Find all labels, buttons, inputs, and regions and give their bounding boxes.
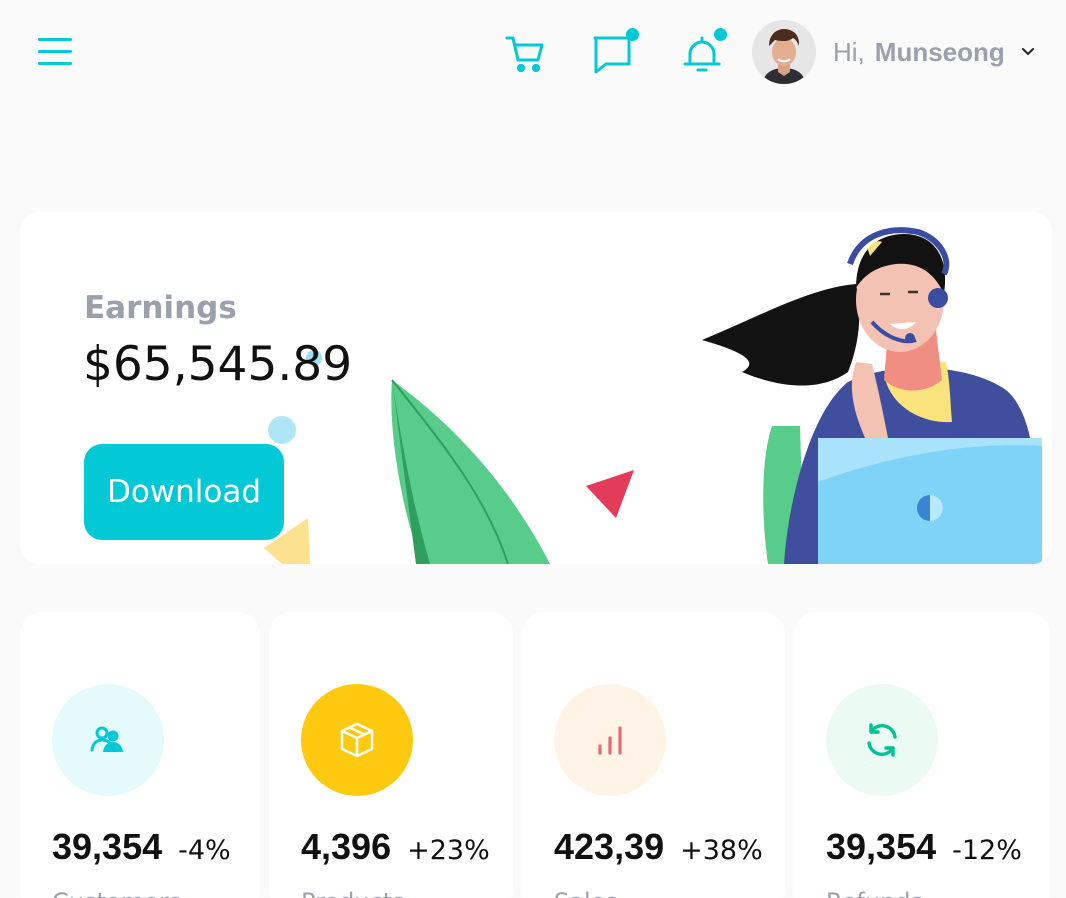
- stat-card-products: 4,396 +23% Products: [269, 612, 513, 898]
- stat-title: Customers: [52, 888, 181, 898]
- stat-row: 4,396 +23%: [301, 826, 490, 868]
- stat-change: -4%: [178, 835, 231, 866]
- stat-value: 4,396: [301, 826, 392, 867]
- stat-row: 39,354 -12%: [826, 826, 1022, 868]
- stat-title: Refunds: [826, 888, 923, 898]
- stat-card-customers: 39,354 -4% Customers: [20, 612, 260, 898]
- stat-change: +23%: [407, 835, 490, 866]
- greeting-text: Hi,: [833, 36, 865, 67]
- user-profile-menu[interactable]: Hi, Munseong: [752, 20, 1037, 84]
- chevron-down-icon[interactable]: [1019, 43, 1037, 61]
- stat-icon-bg[interactable]: [301, 684, 413, 796]
- bell-notification-dot: [714, 28, 727, 41]
- download-button[interactable]: Download: [84, 444, 284, 540]
- refresh-icon: [867, 723, 897, 757]
- stat-icon-bg[interactable]: [826, 684, 938, 796]
- bar-chart-icon: [598, 726, 622, 755]
- stat-card-refunds: 39,354 -12% Refunds: [794, 612, 1050, 898]
- stat-change: -12%: [952, 835, 1022, 866]
- stat-card-sales: 423,39 +38% Sales: [522, 612, 785, 898]
- avatar: [752, 20, 816, 84]
- cart-icon[interactable]: [504, 32, 548, 76]
- stat-title: Products: [301, 888, 405, 898]
- users-icon: [90, 726, 123, 752]
- stat-title: Sales: [554, 888, 618, 898]
- chat-icon[interactable]: [592, 28, 639, 76]
- chat-notification-dot: [626, 28, 639, 41]
- stat-value: 39,354: [826, 826, 937, 867]
- earnings-label: Earnings: [84, 290, 237, 326]
- user-name: Munseong: [874, 36, 1005, 67]
- top-navbar: Hi, Munseong: [0, 0, 1066, 110]
- stat-row: 39,354 -4%: [52, 826, 231, 868]
- stat-row: 423,39 +38%: [554, 826, 763, 868]
- box-icon: [340, 722, 374, 758]
- bell-icon[interactable]: [680, 28, 727, 76]
- stat-change: +38%: [680, 835, 763, 866]
- stat-icon-bg[interactable]: [52, 684, 164, 796]
- stat-value: 39,354: [52, 826, 163, 867]
- stat-icon-bg[interactable]: [554, 684, 666, 796]
- menu-icon[interactable]: [38, 38, 74, 74]
- earnings-value: $65,545.89: [83, 337, 353, 392]
- stat-value: 423,39: [554, 826, 665, 867]
- earnings-card: Earnings $65,545.89 Download: [20, 212, 1052, 564]
